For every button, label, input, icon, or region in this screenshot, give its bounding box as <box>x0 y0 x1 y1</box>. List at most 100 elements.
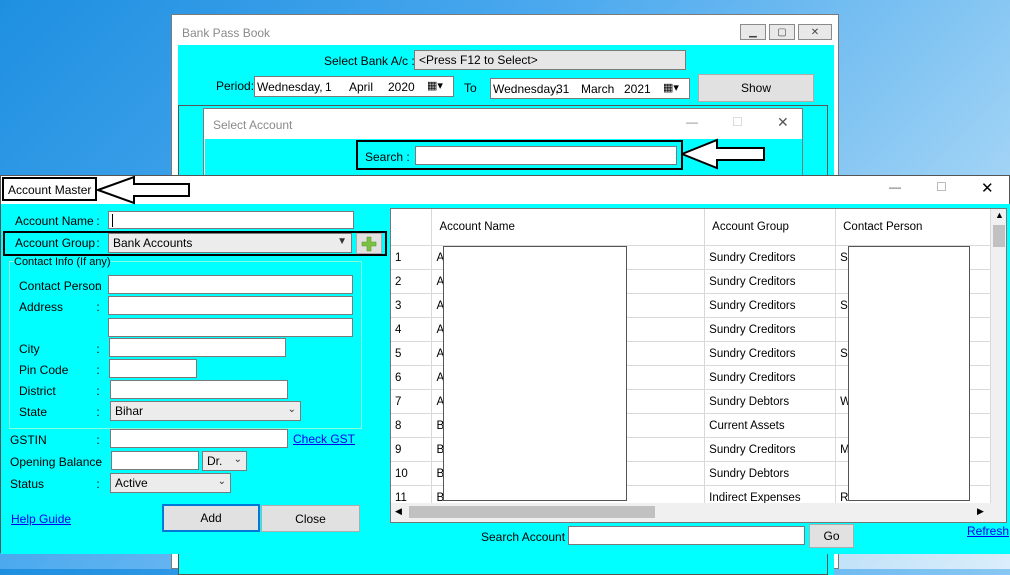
row-number-header <box>391 209 433 246</box>
chevron-down-icon: ⌄ <box>233 454 242 465</box>
calendar-icon[interactable]: ▦▾ <box>427 79 443 92</box>
city-label: City <box>19 342 40 356</box>
close-icon[interactable]: ✕ <box>981 179 994 197</box>
pin-code-label: Pin Code <box>19 363 69 377</box>
horizontal-scroll-thumb[interactable] <box>409 506 655 518</box>
row-number-cell: 10 <box>391 461 433 486</box>
scroll-left-icon[interactable]: ◀ <box>395 506 402 517</box>
district-input[interactable] <box>110 380 288 399</box>
search-account-input[interactable] <box>568 526 805 545</box>
status-label: Status <box>10 477 45 491</box>
state-select[interactable]: Bihar ⌄ <box>110 401 301 421</box>
show-button[interactable]: Show <box>698 74 814 102</box>
column-header-account-group[interactable]: Account Group <box>704 209 837 246</box>
add-button[interactable]: Add <box>162 504 260 532</box>
calendar-icon[interactable]: ▦▾ <box>663 81 679 94</box>
table-header-row: Account Name Account Group Contact Perso… <box>391 209 991 246</box>
pointer-arrow-icon <box>96 175 190 205</box>
maximize-button[interactable]: ▢ <box>769 24 795 40</box>
bank-pass-book-title: Bank Pass Book <box>182 26 271 40</box>
check-gst-link[interactable]: Check GST <box>293 432 355 446</box>
contact-person-input[interactable] <box>108 275 353 294</box>
column-header-contact-person[interactable]: Contact Person <box>835 209 991 246</box>
chevron-down-icon: ⌄ <box>217 476 226 487</box>
scroll-up-icon[interactable]: ▲ <box>995 210 1004 220</box>
row-number-cell: 9 <box>391 437 433 462</box>
city-input[interactable] <box>109 338 286 357</box>
minimize-icon[interactable]: — <box>686 115 698 129</box>
from-date-picker[interactable]: Wednesday, 1 April 2020 ▦▾ <box>254 76 454 97</box>
account-group-cell: Sundry Creditors <box>704 365 837 390</box>
account-group-cell: Sundry Creditors <box>704 245 837 270</box>
scroll-right-icon[interactable]: ▶ <box>977 506 984 517</box>
gstin-label: GSTIN <box>10 433 47 447</box>
to-date-picker[interactable]: Wednesday, 31 March 2021 ▦▾ <box>490 78 690 99</box>
go-button[interactable]: Go <box>809 524 854 548</box>
refresh-link[interactable]: Refresh <box>967 524 1009 538</box>
vertical-scroll-thumb[interactable] <box>993 225 1005 247</box>
row-number-cell: 6 <box>391 365 433 390</box>
account-group-cell: Sundry Creditors <box>704 269 837 294</box>
period-label: Period: <box>216 79 255 93</box>
address-line2-input[interactable] <box>108 318 353 337</box>
gstin-input[interactable] <box>110 429 288 448</box>
redaction-box-contacts <box>848 246 970 501</box>
vertical-scrollbar[interactable]: ▲ <box>991 209 1006 503</box>
chevron-down-icon: ⌄ <box>287 404 296 415</box>
help-guide-link[interactable]: Help Guide <box>11 512 71 526</box>
contact-info-label: Contact Info (If any) <box>14 256 111 268</box>
horizontal-scrollbar[interactable]: ◀ ▶ <box>391 503 1006 522</box>
account-group-cell: Sundry Creditors <box>704 293 837 318</box>
account-group-label: Account Group <box>15 236 96 250</box>
maximize-icon[interactable]: ☐ <box>936 180 947 194</box>
select-account-search-label: Search : <box>365 150 410 164</box>
row-number-cell: 7 <box>391 389 433 414</box>
row-number-cell: 5 <box>391 341 433 366</box>
close-icon[interactable]: ✕ <box>777 114 789 131</box>
accounts-grid[interactable]: Account Name Account Group Contact Perso… <box>390 208 1007 523</box>
row-number-cell: 3 <box>391 293 433 318</box>
district-label: District <box>19 384 56 398</box>
account-name-label: Account Name <box>15 214 94 228</box>
close-button[interactable]: Close <box>261 505 360 532</box>
address-line1-input[interactable] <box>108 296 353 315</box>
minimize-button[interactable]: ▁ <box>740 24 766 40</box>
to-label: To <box>464 81 477 95</box>
opening-balance-label: Opening Balance <box>10 455 103 469</box>
row-number-cell: 8 <box>391 413 433 438</box>
row-number-cell: 2 <box>391 269 433 294</box>
select-bank-label: Select Bank A/c : <box>324 54 415 68</box>
chevron-down-icon: ▼ <box>337 236 347 247</box>
add-group-button[interactable] <box>356 233 382 254</box>
account-master-panel: Account Name : Account Group : Bank Acco… <box>1 204 1010 554</box>
account-group-cell: Sundry Creditors <box>704 317 837 342</box>
account-group-cell: Sundry Debtors <box>704 461 837 486</box>
account-group-cell: Sundry Debtors <box>704 389 837 414</box>
select-account-search-input[interactable] <box>415 146 677 165</box>
status-select[interactable]: Active ⌄ <box>110 473 231 493</box>
dr-cr-select[interactable]: Dr. ⌄ <box>202 451 247 471</box>
opening-balance-input[interactable] <box>111 451 199 470</box>
account-group-cell: Current Assets <box>704 413 837 438</box>
account-group-cell: Sundry Creditors <box>704 341 837 366</box>
minimize-icon[interactable]: — <box>889 180 901 194</box>
account-master-title: Account Master <box>8 183 92 197</box>
account-master-window: Account Master — ☐ ✕ Account Name : Acco… <box>0 175 1010 554</box>
account-group-select[interactable]: Bank Accounts ▼ <box>108 233 352 253</box>
address-label: Address <box>19 300 64 314</box>
account-group-cell: Sundry Creditors <box>704 437 837 462</box>
row-number-cell: 1 <box>391 245 433 270</box>
pointer-arrow-icon <box>681 138 765 170</box>
select-account-title: Select Account <box>213 118 293 132</box>
maximize-icon[interactable]: ☐ <box>732 115 743 129</box>
column-header-account-name[interactable]: Account Name <box>431 209 706 246</box>
plus-icon <box>361 236 377 251</box>
redaction-box-names <box>443 246 627 501</box>
account-name-input[interactable] <box>108 211 354 229</box>
close-window-button[interactable]: ✕ <box>798 24 832 40</box>
search-account-label: Search Account : <box>481 530 572 544</box>
pin-code-input[interactable] <box>109 359 197 378</box>
select-bank-field[interactable]: <Press F12 to Select> <box>414 50 686 70</box>
state-label: State <box>19 405 48 419</box>
row-number-cell: 4 <box>391 317 433 342</box>
